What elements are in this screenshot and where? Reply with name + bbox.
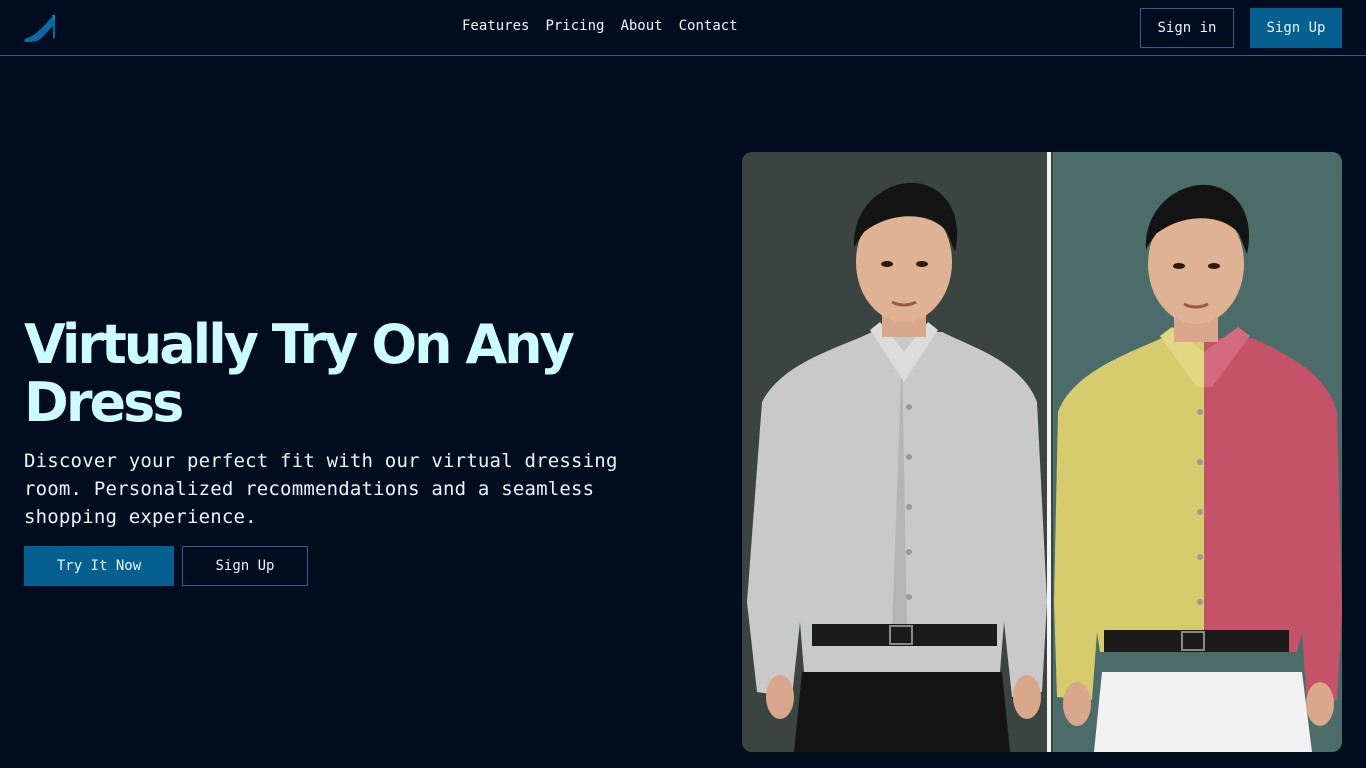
top-navbar: Features Pricing About Contact Sign in S… <box>0 0 1366 56</box>
hero-subtitle: Discover your perfect fit with our virtu… <box>24 450 618 528</box>
hero-title: Virtually Try On Any Dress <box>24 313 575 434</box>
nav-menu: Features Pricing About Contact <box>462 18 738 38</box>
high-heel-icon[interactable] <box>22 12 58 44</box>
sign-up-button-nav[interactable]: Sign Up <box>1250 8 1342 48</box>
nav-link-pricing[interactable]: Pricing <box>545 18 604 38</box>
try-on-comparison-image <box>742 152 1342 752</box>
sign-in-button[interactable]: Sign in <box>1140 8 1234 48</box>
nav-link-about[interactable]: About <box>620 18 662 38</box>
sign-up-button-hero[interactable]: Sign Up <box>182 546 308 586</box>
nav-link-contact[interactable]: Contact <box>679 18 738 38</box>
nav-link-features[interactable]: Features <box>462 18 529 38</box>
try-it-now-button[interactable]: Try It Now <box>24 546 174 586</box>
